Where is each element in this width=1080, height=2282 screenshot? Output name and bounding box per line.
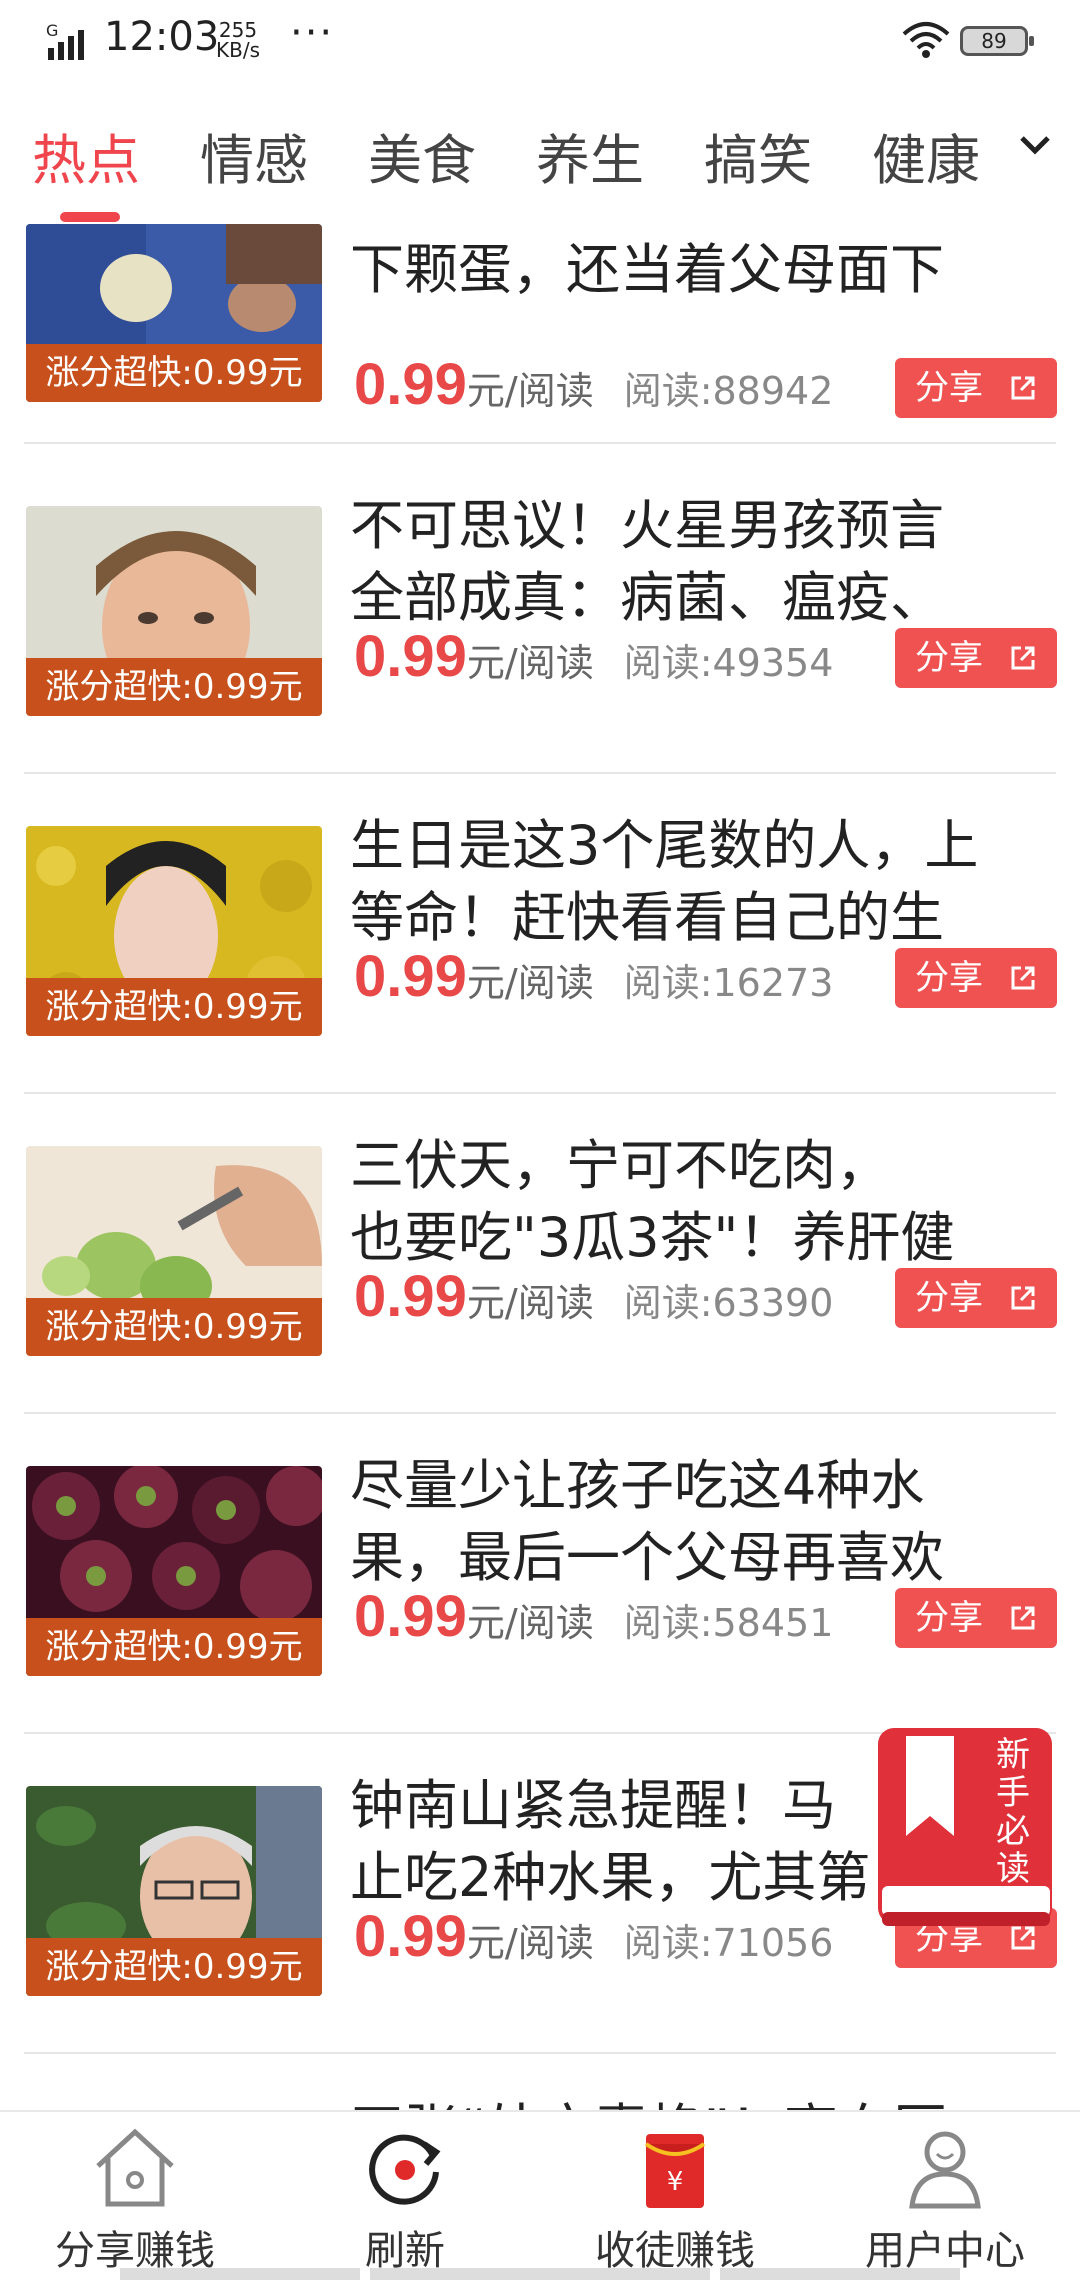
guide-label: 新 手 必 读: [996, 1735, 1030, 1889]
read-count: 阅读:58451: [623, 1601, 834, 1645]
external-share-icon: [1011, 966, 1035, 990]
price: 0.99: [354, 624, 467, 689]
tab-food[interactable]: 美食: [368, 116, 476, 195]
article-title[interactable]: 不可思议！火星男孩预言 全部成真：病菌、瘟疫、: [350, 490, 1050, 634]
share-button[interactable]: 分享: [895, 628, 1057, 688]
article-title[interactable]: 生日是这3个尾数的人，上 等命！赶快看看自己的生: [350, 810, 1050, 954]
price: 0.99: [354, 352, 467, 417]
nav-recruit-earn[interactable]: ¥ 收徒赚钱: [540, 2112, 810, 2282]
speed-value: 255: [218, 18, 258, 42]
price: 0.99: [354, 1584, 467, 1649]
price-unit: 元/阅读: [466, 1601, 594, 1645]
article-thumbnail: 涨分超快:0.99元: [26, 1146, 322, 1356]
article-thumbnail: 涨分超快:0.99元: [26, 506, 322, 716]
list-item[interactable]: 涨分超快:0.99元 下颗蛋，还当着父母面下 0.99元/阅读 阅读:88942 …: [0, 224, 1080, 444]
tab-hot[interactable]: 热点: [32, 116, 140, 195]
list-item[interactable]: 涨分超快:0.99元 生日是这3个尾数的人，上 等命！赶快看看自己的生 0.99…: [0, 774, 1080, 1094]
external-share-icon: [1011, 376, 1035, 400]
article-title[interactable]: 钟南山紧急提醒！马 止吃2种水果，尤其第: [350, 1770, 890, 1914]
read-count: 阅读:71056: [623, 1921, 834, 1965]
article-title[interactable]: 下颗蛋，还当着父母面下: [350, 234, 1050, 306]
article-thumbnail: 涨分超快:0.99元: [26, 826, 322, 1036]
price: 0.99: [354, 1264, 467, 1329]
article-meta: 0.99元/阅读 阅读:63390: [354, 1262, 833, 1332]
nav-refresh[interactable]: 刷新: [270, 2112, 540, 2282]
clock: 12:03: [104, 14, 220, 60]
earn-badge: 涨分超快:0.99元: [26, 1298, 322, 1356]
price: 0.99: [354, 944, 467, 1009]
price: 0.99: [354, 1904, 467, 1969]
nav-user-center[interactable]: 用户中心: [810, 2112, 1080, 2282]
status-bar: G 12:03 255 KB/s ··· 89: [0, 0, 1080, 84]
chevron-down-icon[interactable]: [1018, 128, 1052, 162]
more-notifications-icon: ···: [290, 10, 335, 56]
read-count: 阅读:16273: [623, 961, 834, 1005]
price-unit: 元/阅读: [466, 1921, 594, 1965]
wifi-icon: [902, 22, 950, 58]
share-button[interactable]: 分享: [895, 1588, 1057, 1648]
read-count: 阅读:63390: [623, 1281, 834, 1325]
earn-badge: 涨分超快:0.99元: [26, 1938, 322, 1996]
article-meta: 0.99元/阅读 阅读:71056: [354, 1902, 833, 1972]
article-meta: 0.99元/阅读 阅读:16273: [354, 942, 833, 1012]
home-icon: [96, 2128, 174, 2207]
share-button[interactable]: 分享: [895, 1268, 1057, 1328]
list-item[interactable]: 涨分超快:0.99元 不可思议！火星男孩预言 全部成真：病菌、瘟疫、 0.99元…: [0, 454, 1080, 774]
divider: [24, 442, 1056, 444]
network-type: G: [46, 22, 58, 40]
external-share-icon: [1011, 1286, 1035, 1310]
price-unit: 元/阅读: [466, 1281, 594, 1325]
earn-badge: 涨分超快:0.99元: [26, 1618, 322, 1676]
red-envelope-icon: ¥: [644, 2134, 706, 2208]
user-icon: [909, 2131, 981, 2209]
earn-badge: 涨分超快:0.99元: [26, 658, 322, 716]
list-item[interactable]: 涨分超快:0.99元 尽量少让孩子吃这4种水 果，最后一个父母再喜欢 0.99元…: [0, 1414, 1080, 1734]
article-meta: 0.99元/阅读 阅读:49354: [354, 622, 833, 692]
gesture-bar: [120, 2268, 360, 2280]
price-unit: 元/阅读: [466, 961, 594, 1005]
cellular-signal-icon: G: [46, 22, 84, 60]
battery-icon: 89: [960, 26, 1034, 56]
newbie-guide-button[interactable]: 新 手 必 读: [876, 1726, 1054, 1932]
list-item[interactable]: 涨分超快:0.99元 三伏天，宁可不吃肉， 也要吃"3瓜3茶"！养肝健 0.99…: [0, 1094, 1080, 1414]
article-meta: 0.99元/阅读 阅读:88942: [354, 350, 833, 420]
gesture-bar: [720, 2268, 960, 2280]
price-unit: 元/阅读: [466, 369, 594, 413]
category-tabs: 热点 情感 美食 养生 搞笑 健康: [0, 84, 1080, 224]
article-title[interactable]: 三伏天，宁可不吃肉， 也要吃"3瓜3茶"！养肝健: [350, 1130, 1050, 1274]
gesture-bar: [370, 2268, 710, 2280]
svg-text:¥: ¥: [667, 2167, 684, 2197]
active-tab-indicator: [60, 212, 120, 222]
article-thumbnail: 涨分超快:0.99元: [26, 1786, 322, 1996]
tab-health[interactable]: 健康: [872, 116, 980, 195]
article-thumbnail: 涨分超快:0.99元: [26, 1466, 322, 1676]
price-unit: 元/阅读: [466, 641, 594, 685]
network-speed: 255 KB/s: [216, 20, 260, 60]
refresh-icon: [369, 2134, 441, 2205]
article-title[interactable]: 尽量少让孩子吃这4种水 果，最后一个父母再喜欢: [350, 1450, 1050, 1594]
speed-unit: KB/s: [216, 38, 260, 62]
earn-badge: 涨分超快:0.99元: [26, 344, 322, 402]
article-thumbnail: 涨分超快:0.99元: [26, 224, 322, 402]
external-share-icon: [1011, 1606, 1035, 1630]
share-button[interactable]: 分享: [895, 948, 1057, 1008]
bottom-navigation: 分享赚钱 刷新 ¥ 收徒赚钱 用户中心: [0, 2110, 1080, 2282]
earn-badge: 涨分超快:0.99元: [26, 978, 322, 1036]
tab-emotion[interactable]: 情感: [200, 116, 308, 195]
share-button[interactable]: 分享: [895, 358, 1057, 418]
read-count: 阅读:49354: [623, 641, 834, 685]
nav-share-earn[interactable]: 分享赚钱: [0, 2112, 270, 2282]
tab-funny[interactable]: 搞笑: [704, 116, 812, 195]
read-count: 阅读:88942: [623, 369, 834, 413]
article-meta: 0.99元/阅读 阅读:58451: [354, 1582, 833, 1652]
tab-wellness[interactable]: 养生: [536, 116, 644, 195]
external-share-icon: [1011, 646, 1035, 670]
